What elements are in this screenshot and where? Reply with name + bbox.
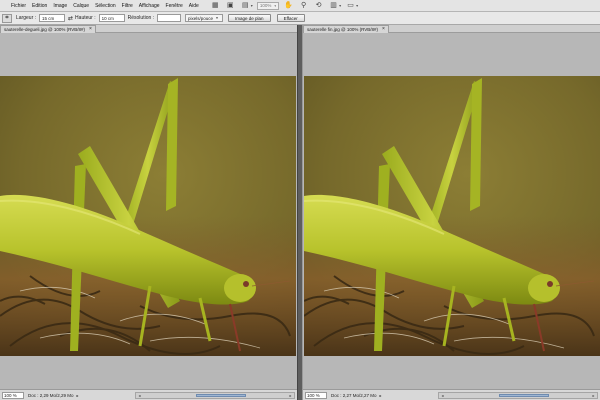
mini-bridge-icon[interactable]: ▣ xyxy=(226,1,235,10)
chevron-down-icon: ▾ xyxy=(216,16,218,20)
guides-dropdown-icon[interactable]: ▾ xyxy=(251,3,253,8)
horizontal-scrollbar[interactable]: ◂ ▸ xyxy=(135,392,295,399)
canvas-area[interactable] xyxy=(0,33,297,389)
status-menu-arrow-icon[interactable]: ▸ xyxy=(380,393,382,398)
front-image-button[interactable]: Image de plan xyxy=(228,14,271,22)
grasshopper-photo[interactable] xyxy=(304,76,600,356)
screen-mode-dropdown-icon[interactable]: ▾ xyxy=(356,3,358,8)
status-bar: 100 % Doc : 2,29 Mo/2,29 Mo ▸ ◂ ▸ xyxy=(0,389,297,400)
document-info: Doc : 2,27 Mo/2,27 Mo xyxy=(331,392,377,398)
document-window-right: sauterelle fin.jpg @ 100% (RVB/8#) × 100… xyxy=(303,25,600,400)
height-label: Hauteur : xyxy=(75,15,96,21)
close-icon[interactable]: × xyxy=(382,26,385,33)
scrollbar-thumb[interactable] xyxy=(499,394,549,397)
menu-fenetre[interactable]: Fenêtre xyxy=(163,0,186,12)
zoom-icon[interactable]: ⚲ xyxy=(299,1,308,10)
status-bar: 100 % Doc : 2,27 Mo/2,27 Mo ▸ ◂ ▸ xyxy=(303,389,600,400)
menu-affichage[interactable]: Affichage xyxy=(136,0,163,12)
arrange-dropdown-icon[interactable]: ▾ xyxy=(339,3,341,8)
grasshopper-photo[interactable] xyxy=(0,76,296,356)
height-field[interactable]: 10 cm xyxy=(98,14,125,22)
horizontal-scrollbar[interactable]: ◂ ▸ xyxy=(438,392,598,399)
canvas-area[interactable] xyxy=(303,33,600,389)
menu-selection[interactable]: Sélection xyxy=(92,0,119,12)
zoom-field[interactable]: 100 % xyxy=(2,391,24,399)
chevron-down-icon: ▾ xyxy=(274,3,277,8)
rotate-view-icon[interactable]: ⟲ xyxy=(314,1,323,10)
document-tab[interactable]: sauterelle fin.jpg @ 100% (RVB/8#) × xyxy=(303,25,389,33)
menu-image[interactable]: Image xyxy=(50,0,70,12)
document-tab[interactable]: sauterelle-degueli.jpg @ 100% (RVB/8#) × xyxy=(0,25,96,33)
menu-edition[interactable]: Edition xyxy=(29,0,50,12)
zoom-level-value: 100% xyxy=(259,3,272,8)
resolution-label: Résolution : xyxy=(127,15,155,21)
document-tab-title: sauterelle-degueli.jpg @ 100% (RVB/8#) xyxy=(4,27,86,32)
hand-icon[interactable]: ✋ xyxy=(284,1,293,10)
menu-filtre[interactable]: Filtre xyxy=(119,0,136,12)
resolution-unit-value: pixels/pouce xyxy=(188,15,214,21)
zoom-level-dropdown[interactable]: 100% ▾ xyxy=(256,1,280,10)
document-info: Doc : 2,29 Mo/2,29 Mo xyxy=(28,392,74,398)
options-bar: ⌗ Largeur : 15 cm ⇄ Hauteur : 10 cm Réso… xyxy=(0,12,600,25)
resolution-field[interactable] xyxy=(157,14,182,22)
menu-fichier[interactable]: Fichier xyxy=(8,0,29,12)
scrollbar-thumb[interactable] xyxy=(196,394,246,397)
clear-button[interactable]: Effacer xyxy=(276,14,305,22)
scroll-left-icon[interactable]: ◂ xyxy=(136,393,143,398)
grasshopper-image xyxy=(304,76,600,356)
status-menu-arrow-icon[interactable]: ▸ xyxy=(77,393,79,398)
width-field[interactable]: 15 cm xyxy=(39,14,66,22)
zoom-field[interactable]: 100 % xyxy=(305,391,327,399)
scroll-left-icon[interactable]: ◂ xyxy=(439,393,446,398)
bridge-icon[interactable]: ▦ xyxy=(211,1,220,10)
document-window-left: sauterelle-degueli.jpg @ 100% (RVB/8#) × xyxy=(0,25,297,400)
screen-mode-icon[interactable]: ▭ xyxy=(346,1,355,10)
close-icon[interactable]: × xyxy=(89,26,92,33)
menu-aide[interactable]: Aide xyxy=(186,0,202,12)
grasshopper-image xyxy=(0,76,296,356)
menu-calque[interactable]: Calque xyxy=(70,0,92,12)
document-tab-title: sauterelle fin.jpg @ 100% (RVB/8#) xyxy=(307,27,379,32)
scroll-right-icon[interactable]: ▸ xyxy=(590,393,597,398)
menu-bar: Fichier Edition Image Calque Sélection F… xyxy=(0,0,600,12)
scroll-right-icon[interactable]: ▸ xyxy=(287,393,294,398)
guides-icon[interactable]: ▤ xyxy=(241,1,250,10)
crop-tool-icon[interactable]: ⌗ xyxy=(2,13,12,23)
width-label: Largeur : xyxy=(16,15,37,21)
resolution-unit-select[interactable]: pixels/pouce ▾ xyxy=(185,14,224,22)
arrange-icon[interactable]: ▥ xyxy=(329,1,338,10)
swap-dimensions-icon[interactable]: ⇄ xyxy=(68,15,73,22)
